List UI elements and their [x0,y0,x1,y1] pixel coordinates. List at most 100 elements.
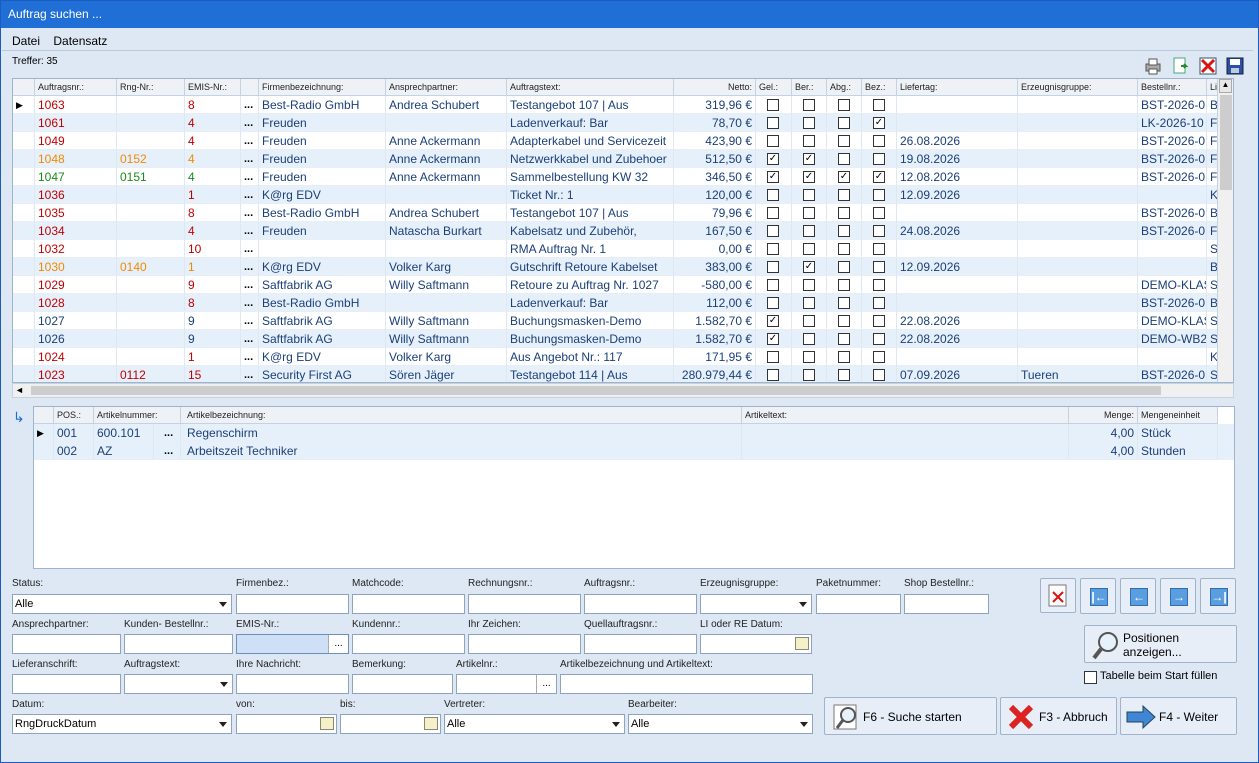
column-header[interactable]: Ansprechpartner: [386,79,507,96]
column-header[interactable]: Menge: [1069,407,1138,424]
status-checkbox[interactable] [767,351,779,363]
source-order-no-field[interactable] [584,634,697,654]
company-field[interactable] [236,594,349,614]
status-checkbox[interactable] [873,261,885,273]
first-record-button[interactable]: |← [1080,578,1116,614]
status-checkbox[interactable] [873,315,885,327]
article-desc-field[interactable] [560,674,813,694]
status-checkbox[interactable] [767,243,779,255]
column-header[interactable]: Bestellnr.: [1138,79,1207,96]
status-checkbox[interactable]: ✓ [803,171,815,183]
column-header[interactable]: Artikelbezeichnung: [184,407,742,424]
menu-file[interactable]: Datei [12,31,40,51]
column-header[interactable] [241,79,259,96]
lookup-dots[interactable]: ... [161,442,181,460]
status-checkbox[interactable] [838,243,850,255]
customer-no-field[interactable] [352,634,465,654]
status-checkbox[interactable] [767,189,779,201]
status-checkbox[interactable] [803,243,815,255]
lookup-dots[interactable]: ... [241,294,259,312]
status-checkbox[interactable] [803,315,815,327]
lookup-dots[interactable]: ... [241,366,259,382]
status-checkbox[interactable] [767,117,779,129]
status-checkbox[interactable] [838,333,850,345]
order-text-select[interactable] [124,674,233,694]
table-row[interactable]: 1036 1... K@rg EDV Ticket Nr.: 1 120,00 € 12.… [13,186,1233,204]
cancel-button[interactable]: F3 - Abbruch [1000,697,1117,735]
calendar-icon[interactable] [795,637,809,650]
table-row[interactable]: 1026 9... Saftfabrik AG Willy Saftmann Buchu… [13,330,1233,348]
status-checkbox[interactable]: ✓ [767,333,779,345]
column-header[interactable]: POS.: [54,407,94,424]
column-header[interactable] [13,79,35,96]
status-checkbox[interactable] [838,135,850,147]
column-header[interactable]: Mengeneinheit [1138,407,1218,424]
orders-horizontal-scrollbar[interactable]: ◄ [12,383,1234,398]
last-record-button[interactable]: →| [1200,578,1236,614]
position-row[interactable]: ▶ 001 600.101... Regenschirm 4,00 Stück [34,424,1234,442]
date-type-select[interactable]: RngDruckDatum [12,714,232,734]
status-checkbox[interactable] [873,351,885,363]
column-header[interactable]: EMIS-Nr.: [185,79,241,96]
status-checkbox[interactable] [803,351,815,363]
status-checkbox[interactable] [803,135,815,147]
table-row[interactable]: 1024 1... K@rg EDV Volker Karg Aus Angebot N… [13,348,1233,366]
lookup-dots[interactable]: ... [241,186,259,204]
table-row[interactable]: 1034 4... Freuden Natascha Burkart Kabelsatz… [13,222,1233,240]
next-record-button[interactable]: → [1160,578,1196,614]
article-no-field[interactable]: ... [456,674,557,694]
status-checkbox[interactable]: ✓ [838,171,850,183]
status-checkbox[interactable] [838,279,850,291]
status-checkbox[interactable] [838,207,850,219]
table-row[interactable]: 103210...RMA Auftrag Nr. 10,00 €Sp [13,240,1233,258]
shop-order-no-field[interactable] [904,594,989,614]
show-positions-button[interactable]: Positionen anzeigen... [1084,625,1237,663]
remark-field[interactable] [352,674,453,694]
column-header[interactable]: Auftragstext: [507,79,674,96]
clear-filter-button[interactable] [1040,578,1076,613]
column-header[interactable]: Gel.: [756,79,792,96]
status-checkbox[interactable] [838,297,850,309]
status-checkbox[interactable]: ✓ [767,171,779,183]
column-header[interactable]: Rng-Nr.: [117,79,185,96]
status-checkbox[interactable] [803,225,815,237]
sales-rep-select[interactable]: Alle [444,714,625,734]
status-checkbox[interactable]: ✓ [873,171,885,183]
status-checkbox[interactable] [873,279,885,291]
status-checkbox[interactable] [838,351,850,363]
table-row[interactable]: 1027 9... Saftfabrik AG Willy Saftmann Buchu… [13,312,1233,330]
lookup-dots[interactable]: ... [241,150,259,168]
matchcode-field[interactable] [352,594,465,614]
table-row[interactable]: 1029 9... Saftfabrik AG Willy Saftmann Retou… [13,276,1233,294]
table-row[interactable]: 1030 0140 1... K@rg EDV Volker Karg Gutschrif… [13,258,1233,276]
status-checkbox[interactable] [803,189,815,201]
lookup-dots[interactable]: ... [241,168,259,186]
status-checkbox[interactable] [767,225,779,237]
emis-no-field[interactable]: ... [236,634,349,654]
status-checkbox[interactable] [803,279,815,291]
lookup-dots[interactable]: ... [241,96,259,114]
lookup-dots[interactable]: ... [241,312,259,330]
status-checkbox[interactable] [838,225,850,237]
status-checkbox[interactable] [873,207,885,219]
delete-icon[interactable] [1199,57,1217,75]
order-no-field[interactable] [584,594,697,614]
column-header[interactable]: Bez.: [862,79,897,96]
status-checkbox[interactable] [873,369,885,381]
li-re-date-field[interactable] [700,634,812,654]
to-date-field[interactable] [340,714,441,734]
status-checkbox[interactable] [767,135,779,147]
status-checkbox[interactable] [873,189,885,201]
table-row[interactable]: 1047 0151 4... Freuden Anne Ackermann Sammelb… [13,168,1233,186]
table-row[interactable]: 1048 0152 4... Freuden Anne Ackermann Netzwer… [13,150,1233,168]
status-checkbox[interactable] [838,99,850,111]
prev-record-button[interactable]: ← [1120,578,1156,614]
article-lookup-button[interactable]: ... [536,675,556,693]
your-ref-field[interactable] [468,634,581,654]
package-no-field[interactable] [816,594,901,614]
customer-order-no-field[interactable] [124,634,233,654]
column-header[interactable]: Ber.: [792,79,827,96]
status-checkbox[interactable]: ✓ [803,261,815,273]
column-header[interactable]: Liefertag: [897,79,1018,96]
fill-table-checkbox[interactable] [1084,671,1097,684]
